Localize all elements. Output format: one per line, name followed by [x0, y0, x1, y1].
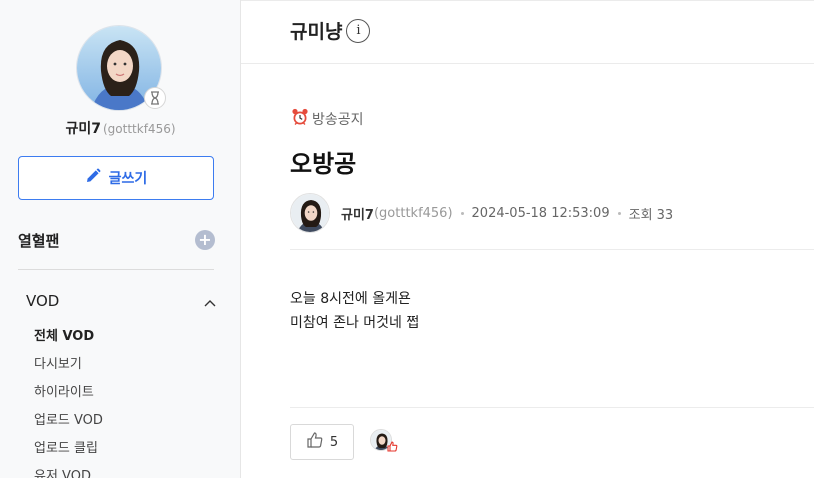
thumbs-up-badge-icon: [387, 437, 398, 456]
info-icon[interactable]: i: [346, 18, 371, 43]
hourglass-icon: [144, 87, 166, 109]
alarm-clock-icon: [291, 108, 309, 130]
liker-avatar[interactable]: [370, 429, 398, 453]
fan-section-title: 열혈팬: [18, 231, 60, 250]
post-body: 오늘 8시전에 올게욘 미참여 존나 머것네 쩝: [290, 287, 419, 335]
like-count: 5: [329, 434, 339, 450]
post-header-divider: [290, 249, 814, 250]
sidebar-item-upload-vod[interactable]: 업로드 VOD: [34, 410, 103, 438]
post-body-line: 미참여 존나 머것네 쩝: [290, 315, 420, 331]
sidebar: 규미7 (gotttkf456) 글쓰기 열혈팬 + VOD 전체 VOD 다시보…: [0, 0, 241, 478]
pencil-icon: [85, 168, 101, 188]
post-datetime: 2024-05-18 12:53:09: [471, 205, 610, 221]
post-author-row: 규미7 (gotttkf456) 2024-05-18 12:53:09 조회 …: [290, 192, 673, 234]
sidebar-item-all-vod[interactable]: 전체 VOD: [34, 326, 103, 354]
separator-dot: [617, 211, 621, 215]
sidebar-item-highlight[interactable]: 하이라이트: [34, 382, 103, 410]
chevron-up-icon: [204, 292, 216, 311]
post-views: 조회 33: [628, 207, 674, 223]
author-uid: (gotttkf456): [373, 205, 453, 221]
profile-uid: (gotttkf456): [103, 122, 176, 136]
post-title: 오방공: [290, 150, 357, 178]
profile-nickname: 규미7: [65, 121, 101, 137]
separator-dot: [460, 211, 464, 215]
vod-section-toggle[interactable]: VOD: [26, 290, 216, 312]
main-content: 규미냥 i 방송공지 오방공 규미7 (gotttkf456) 2024-05-…: [241, 0, 814, 478]
like-button[interactable]: 5: [290, 424, 354, 460]
author-avatar[interactable]: [290, 193, 330, 233]
post-body-line: 오늘 8시전에 올게욘: [290, 291, 411, 307]
post-category[interactable]: 방송공지: [291, 108, 364, 130]
profile-avatar[interactable]: [76, 25, 166, 111]
sidebar-item-replay[interactable]: 다시보기: [34, 354, 103, 382]
post-category-label: 방송공지: [312, 112, 364, 128]
sidebar-item-upload-clip[interactable]: 업로드 클립: [34, 438, 103, 466]
thumbs-up-icon: [306, 431, 324, 453]
profile-name: 규미7 (gotttkf456): [0, 118, 240, 138]
author-name[interactable]: 규미7: [341, 204, 374, 223]
page-title[interactable]: 규미냥: [290, 17, 342, 44]
page-header: 규미냥 i: [241, 0, 814, 64]
write-button-label: 글쓰기: [108, 171, 148, 187]
write-button[interactable]: 글쓰기: [18, 156, 214, 200]
sidebar-divider: [18, 269, 214, 270]
vod-section-title: VOD: [26, 292, 60, 310]
post-footer-divider: [290, 407, 814, 408]
fan-section: 열혈팬 +: [18, 228, 215, 252]
plus-icon[interactable]: +: [195, 230, 215, 250]
vod-menu: 전체 VOD 다시보기 하이라이트 업로드 VOD 업로드 클립 유저 VOD: [34, 326, 103, 478]
sidebar-item-user-vod[interactable]: 유저 VOD: [34, 466, 103, 478]
